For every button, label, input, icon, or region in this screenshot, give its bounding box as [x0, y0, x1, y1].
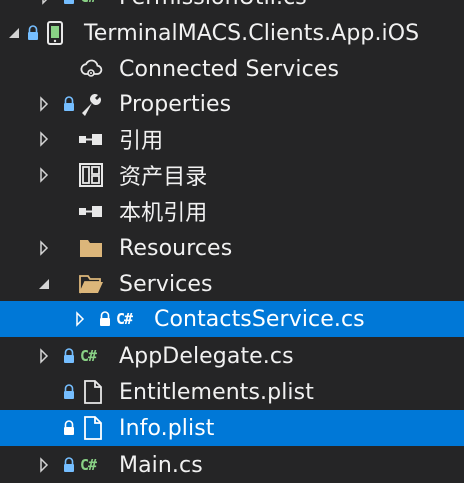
tree-item-label: Resources	[119, 235, 233, 261]
lock-icon	[62, 410, 76, 446]
tree-item-info-plist[interactable]: Info.plist	[0, 410, 464, 446]
expander-collapsed-icon[interactable]	[36, 157, 52, 193]
expander-collapsed-icon[interactable]	[36, 338, 52, 374]
tree-item-connected-services[interactable]: Connected Services	[0, 51, 464, 87]
lock-icon	[62, 86, 76, 122]
tree-item-label: ContactsService.cs	[154, 306, 365, 332]
native-references-icon	[78, 193, 104, 229]
tree-item-asset-catalog[interactable]: 资产目录	[0, 157, 464, 193]
tree-item-label: Main.cs	[119, 452, 203, 478]
lock-icon	[62, 374, 76, 410]
csharp-file-icon: C#	[80, 456, 97, 474]
tree-item-label: Services	[119, 271, 213, 297]
csharp-file-icon: C#	[116, 310, 133, 328]
expander-collapsed-icon[interactable]	[36, 121, 52, 157]
tree-item-label: Properties	[119, 91, 232, 117]
tree-item-resources[interactable]: Resources	[0, 230, 464, 266]
lock-icon	[62, 447, 76, 483]
csharp-file-icon: C#	[80, 0, 97, 10]
tree-item-properties[interactable]: Properties	[0, 86, 464, 122]
expander-collapsed-icon[interactable]	[38, 0, 54, 10]
tree-item-services[interactable]: Services	[0, 266, 464, 302]
ios-project-icon	[42, 15, 68, 51]
project-label: TerminalMACS.Clients.App.iOS	[84, 20, 420, 46]
csharp-file-icon: C#	[80, 347, 97, 365]
folder-icon	[78, 230, 104, 266]
tree-item-contactsservice[interactable]: C# ContactsService.cs	[0, 301, 464, 337]
solution-explorer-tree: C# PermissionUtil.cs TerminalMACS.Client…	[0, 0, 464, 483]
expander-collapsed-icon[interactable]	[36, 86, 52, 122]
tree-item-entitlements[interactable]: Entitlements.plist	[0, 374, 464, 410]
tree-item-label: PermissionUtil.cs	[119, 0, 307, 10]
tree-item-references[interactable]: 引用	[0, 121, 464, 157]
lock-icon	[98, 301, 112, 337]
tree-item-project[interactable]: TerminalMACS.Clients.App.iOS	[0, 15, 464, 51]
tree-item-label: Connected Services	[119, 56, 340, 82]
file-icon	[80, 410, 106, 446]
tree-item-appdelegate[interactable]: C# AppDelegate.cs	[0, 338, 464, 374]
tree-item-label: 资产目录	[119, 165, 208, 190]
tree-item-native-references[interactable]: 本机引用	[0, 193, 464, 229]
asset-catalog-icon	[78, 157, 104, 193]
tree-item-label: 本机引用	[119, 201, 208, 226]
lock-icon	[62, 0, 76, 10]
tree-item-label: Info.plist	[119, 415, 215, 441]
tree-item-main[interactable]: C# Main.cs	[0, 447, 464, 483]
expander-expanded-icon[interactable]	[36, 266, 52, 302]
expander-collapsed-icon[interactable]	[72, 301, 88, 337]
tree-item-permissionutil[interactable]: C# PermissionUtil.cs	[0, 0, 464, 10]
expander-expanded-icon[interactable]	[6, 15, 22, 51]
tree-item-label: 引用	[119, 129, 164, 154]
expander-collapsed-icon[interactable]	[36, 447, 52, 483]
tree-item-label: AppDelegate.cs	[119, 343, 294, 369]
file-icon	[80, 374, 106, 410]
wrench-icon	[78, 86, 104, 122]
references-icon	[78, 121, 104, 157]
expander-collapsed-icon[interactable]	[36, 230, 52, 266]
lock-icon	[62, 338, 76, 374]
tree-item-label: Entitlements.plist	[119, 379, 314, 405]
cloud-gear-icon	[78, 51, 104, 87]
lock-icon	[26, 15, 40, 51]
folder-open-icon	[78, 266, 104, 302]
